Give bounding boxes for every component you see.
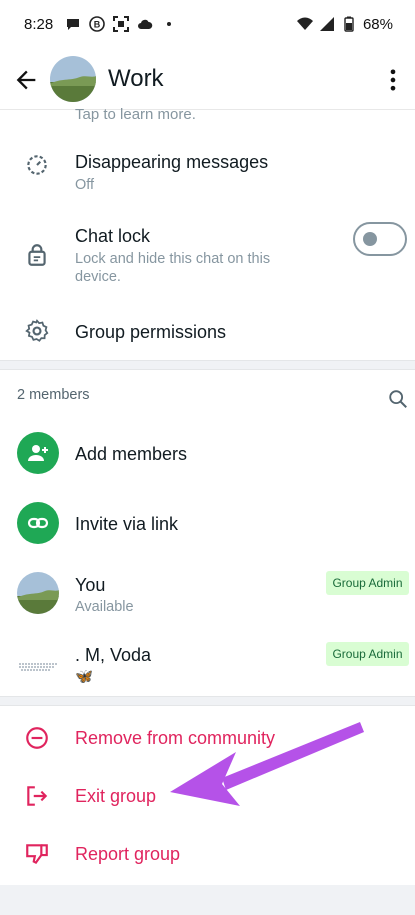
search-icon[interactable] — [387, 388, 409, 410]
members-count: 2 members — [17, 387, 90, 403]
app-bar: Work — [0, 48, 415, 110]
exit-group-row[interactable]: Exit group — [0, 770, 415, 822]
remove-from-community-row[interactable]: Remove from community — [0, 712, 415, 764]
member-row[interactable]: . M, Voda 🦋 Group Admin — [0, 636, 415, 696]
member-row[interactable]: You Available Group Admin — [0, 566, 415, 622]
disappearing-messages-row[interactable]: Disappearing messages Off — [0, 140, 415, 200]
thumbs-down-icon — [26, 844, 48, 865]
group-title[interactable]: Work — [108, 65, 164, 93]
section-divider — [0, 696, 415, 706]
status-bar: 8:28 B 68% — [0, 0, 415, 48]
arrow-left-icon[interactable] — [12, 66, 40, 94]
b-circle-icon: B — [89, 16, 106, 32]
add-members-row[interactable]: Add members — [0, 424, 415, 484]
chat-lock-subtitle: Lock and hide this chat on this device. — [75, 251, 271, 285]
member-name: You — [75, 575, 106, 595]
report-group-row[interactable]: Report group — [0, 828, 415, 880]
invite-link-row[interactable]: Invite via link — [0, 494, 415, 554]
remove-circle-icon — [26, 727, 48, 749]
lock-chat-icon — [28, 244, 46, 266]
signal-icon — [319, 17, 334, 31]
learn-more-text[interactable]: Tap to learn more. — [75, 106, 196, 123]
timer-icon — [27, 155, 47, 175]
section-divider — [0, 360, 415, 370]
battery-icon — [344, 16, 354, 32]
dot-icon — [167, 22, 172, 26]
invite-link-label: Invite via link — [75, 514, 179, 534]
scan-icon — [113, 16, 130, 32]
group-permissions-row[interactable]: Group permissions — [0, 304, 415, 360]
battery-percent: 68% — [362, 15, 393, 33]
avatar — [17, 642, 59, 684]
admin-badge: Group Admin — [326, 642, 409, 666]
member-status: Available — [75, 599, 134, 615]
member-status: 🦋 — [75, 669, 94, 685]
exit-label: Exit group — [75, 786, 157, 806]
remove-label: Remove from community — [75, 728, 276, 748]
wifi-icon — [296, 17, 313, 30]
chat-lock-title: Chat lock — [75, 226, 151, 246]
group-avatar[interactable] — [50, 56, 96, 102]
report-label: Report group — [75, 844, 181, 864]
chat-lock-toggle[interactable] — [353, 222, 407, 256]
add-member-icon — [17, 432, 59, 474]
more-vert-icon[interactable] — [379, 66, 407, 94]
cloud-icon — [138, 19, 153, 29]
disappearing-title: Disappearing messages — [75, 152, 269, 172]
admin-badge: Group Admin — [326, 571, 409, 595]
chat-bubble-icon — [67, 19, 80, 30]
permissions-title: Group permissions — [75, 322, 227, 342]
avatar — [17, 572, 59, 614]
bottom-band — [0, 885, 415, 915]
member-name: . M, Voda — [75, 645, 152, 665]
disappearing-value: Off — [75, 177, 95, 193]
chat-lock-row[interactable]: Chat lock Lock and hide this chat on thi… — [0, 218, 415, 290]
toggle-knob — [363, 232, 377, 246]
gear-icon — [25, 319, 49, 342]
exit-icon — [27, 786, 48, 806]
status-time: 8:28 — [24, 15, 54, 33]
add-members-label: Add members — [75, 444, 188, 464]
svg-text:B: B — [94, 20, 101, 30]
link-icon — [17, 502, 59, 544]
